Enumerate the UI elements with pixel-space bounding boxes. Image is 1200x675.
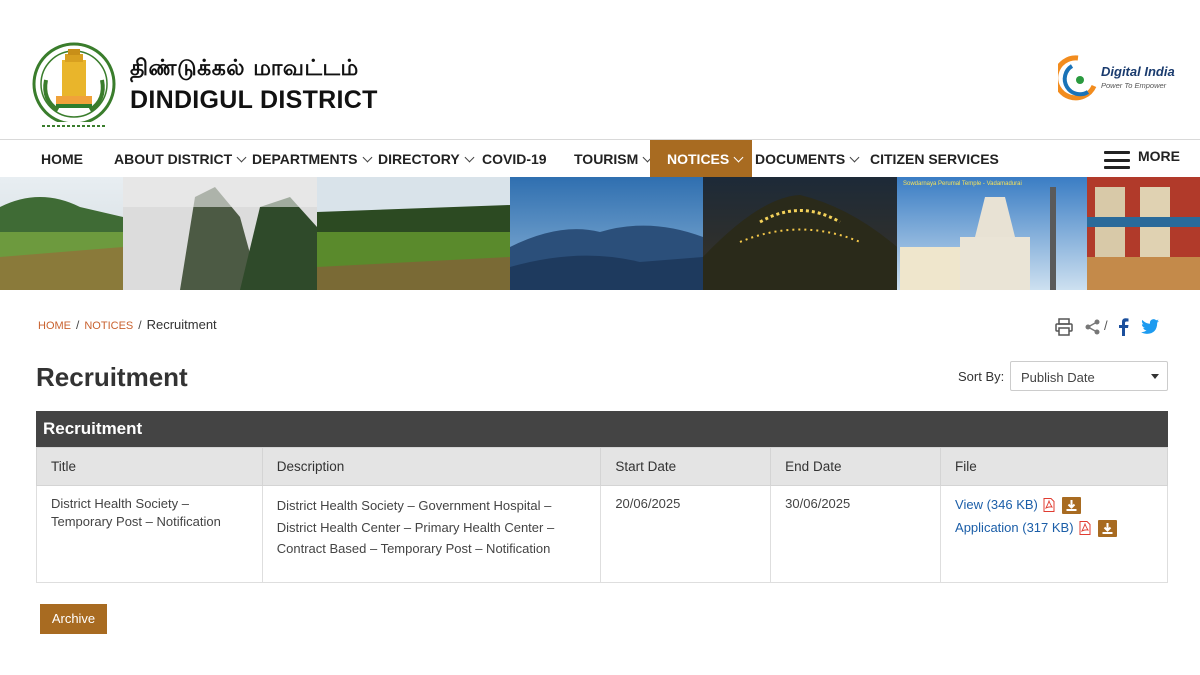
sort-selected-value: Publish Date xyxy=(1021,370,1095,385)
chevron-down-icon xyxy=(362,152,372,163)
table-row: District Health Society – Temporary Post… xyxy=(36,485,1168,583)
chevron-down-icon xyxy=(849,152,860,163)
nav-label: TOURISM xyxy=(574,151,639,167)
recruitment-table: Recruitment Title Description Start Date… xyxy=(36,411,1168,583)
nav-label: NOTICES xyxy=(667,151,730,167)
nav-item-covid-19[interactable]: COVID-19 xyxy=(482,140,547,178)
banner-photo-temple: Sowdarnaya Perumal Temple - Vadamadurai xyxy=(897,177,1087,290)
cell-end-date: 30/06/2025 xyxy=(770,485,942,583)
more-label: MORE xyxy=(1138,148,1180,164)
table-caption: Recruitment xyxy=(36,411,1168,447)
data-table: Title Description Start Date End Date Fi… xyxy=(36,447,1168,583)
cell-description: District Health Society – Government Hos… xyxy=(261,485,602,583)
site-header: திண்டுக்கல் மாவட்டம் DINDIGUL DISTRICT D… xyxy=(0,0,1200,139)
banner-photo-hills xyxy=(0,177,123,290)
site-title[interactable]: திண்டுக்கல் மாவட்டம் DINDIGUL DISTRICT xyxy=(130,56,378,115)
site-title-tamil: திண்டுக்கல் மாவட்டம் xyxy=(130,56,359,81)
nav-label: DEPARTMENTS xyxy=(252,151,358,167)
breadcrumb-home-link[interactable]: HOME xyxy=(38,320,71,332)
file-item-view: View (346 KB) xyxy=(955,495,1153,515)
column-header-title: Title xyxy=(36,447,263,486)
banner-caption: Sowdarnaya Perumal Temple - Vadamadurai xyxy=(903,181,1022,187)
nav-item-documents[interactable]: DOCUMENTS xyxy=(755,140,860,178)
main-navigation: HOME ABOUT DISTRICT DEPARTMENTS DIRECTOR… xyxy=(0,139,1200,178)
nav-item-citizen-services[interactable]: CITIZEN SERVICES xyxy=(870,140,999,178)
nav-item-directory[interactable]: DIRECTORY xyxy=(378,140,475,178)
nav-item-home[interactable]: HOME xyxy=(41,140,83,178)
cell-title: District Health Society – Temporary Post… xyxy=(36,485,263,583)
pdf-icon xyxy=(1079,521,1091,535)
digital-india-label: Digital India xyxy=(1101,64,1175,79)
nav-label: ABOUT DISTRICT xyxy=(114,151,233,167)
digital-india-tagline: Power To Empower xyxy=(1101,81,1167,90)
nav-label: COVID-19 xyxy=(482,151,547,167)
chevron-down-icon xyxy=(236,152,247,163)
sort-select[interactable]: Publish Date xyxy=(1010,361,1168,391)
pdf-icon xyxy=(1043,498,1055,512)
chevron-down-icon xyxy=(733,152,744,163)
table-header-row: Title Description Start Date End Date Fi… xyxy=(36,447,1168,486)
nav-item-about-district[interactable]: ABOUT DISTRICT xyxy=(114,140,247,178)
breadcrumb: HOME / NOTICES / Recruitment xyxy=(38,317,217,332)
digital-india-logo[interactable]: Digital India Power To Empower xyxy=(1053,54,1178,104)
file-item-application: Application (317 KB) xyxy=(955,518,1153,538)
share-tools: / xyxy=(1055,317,1165,337)
cell-files: View (346 KB) Application (317 KB) xyxy=(940,485,1168,583)
column-header-end-date: End Date xyxy=(770,447,942,486)
site-title-english: DINDIGUL DISTRICT xyxy=(130,86,378,114)
breadcrumb-separator: / xyxy=(138,318,142,332)
nav-label: DOCUMENTS xyxy=(755,151,846,167)
digital-india-icon xyxy=(1053,55,1097,101)
sort-label: Sort By: xyxy=(958,369,1005,384)
page-title: Recruitment xyxy=(36,362,188,392)
breadcrumb-separator: / xyxy=(76,318,80,332)
print-icon[interactable] xyxy=(1055,318,1073,336)
download-icon[interactable] xyxy=(1061,496,1081,514)
breadcrumb-current: Recruitment xyxy=(146,317,217,332)
chevron-down-icon xyxy=(464,152,475,163)
nav-item-notices[interactable]: NOTICES xyxy=(650,140,753,178)
nav-item-tourism[interactable]: TOURISM xyxy=(574,140,653,178)
download-icon[interactable] xyxy=(1097,519,1117,537)
nav-label: HOME xyxy=(41,151,83,167)
banner-photo-blue-mountains xyxy=(510,177,703,290)
cell-start-date: 20/06/2025 xyxy=(600,485,772,583)
twitter-icon[interactable] xyxy=(1141,319,1159,334)
nav-label: DIRECTORY xyxy=(378,151,460,167)
banner-photo-temple-interior xyxy=(1087,177,1200,290)
nav-item-departments[interactable]: DEPARTMENTS xyxy=(252,140,372,178)
hamburger-icon xyxy=(1104,151,1130,169)
banner-photo-meadow xyxy=(317,177,510,290)
nav-label: CITIZEN SERVICES xyxy=(870,151,999,167)
facebook-icon[interactable] xyxy=(1117,318,1129,336)
share-icon[interactable] xyxy=(1085,319,1101,335)
caret-down-icon xyxy=(1151,374,1159,379)
share-divider: / xyxy=(1104,318,1108,333)
tamil-nadu-emblem-icon[interactable] xyxy=(32,40,116,132)
breadcrumb-notices-link[interactable]: NOTICES xyxy=(84,320,133,332)
view-file-link[interactable]: View (346 KB) xyxy=(955,496,1038,514)
banner-photo-night-hill xyxy=(703,177,897,290)
column-header-description: Description xyxy=(261,447,602,486)
banner-image-strip: Sowdarnaya Perumal Temple - Vadamadurai xyxy=(0,177,1200,290)
column-header-file: File xyxy=(940,447,1168,486)
application-file-link[interactable]: Application (317 KB) xyxy=(955,519,1074,537)
banner-photo-misty-rock xyxy=(123,177,317,290)
archive-button[interactable]: Archive xyxy=(40,604,107,634)
column-header-start-date: Start Date xyxy=(600,447,772,486)
